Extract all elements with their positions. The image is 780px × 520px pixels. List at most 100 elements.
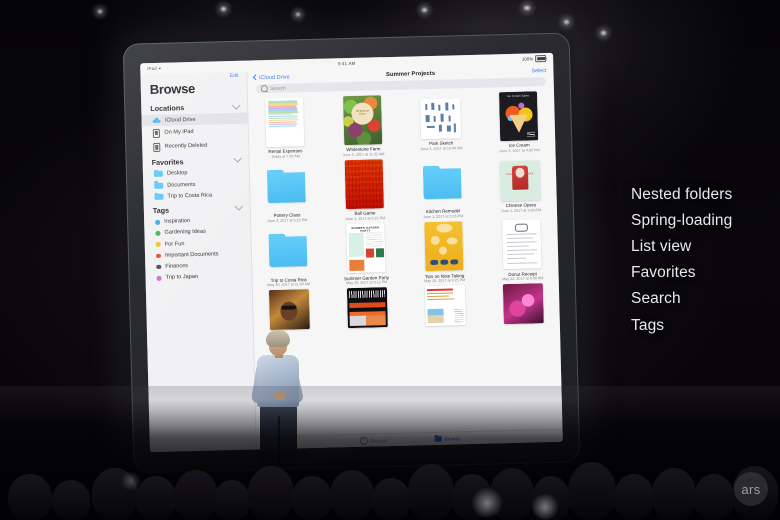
- section-title: Tags: [152, 205, 170, 215]
- file-item-poster-dark[interactable]: [341, 287, 394, 329]
- audience-head: [694, 474, 734, 520]
- feature-item-favorites: Favorites: [631, 264, 696, 282]
- file-item-trip-to-costa-rica[interactable]: Trip to Costa Rica May 30, 2017 at 11:09…: [261, 225, 315, 288]
- battery-percent-label: 100%: [521, 56, 534, 62]
- feature-list: Nested folders Spring-loading List view …: [631, 182, 780, 338]
- magenta-photo-art: [502, 283, 544, 325]
- folder-icon: [154, 182, 163, 189]
- feature-item-list-view: List view: [631, 238, 692, 256]
- file-name: Donut Receipt: [508, 270, 537, 277]
- file-item-tips-on-note-taking[interactable]: Tips on Note Taking May 25, 2017 at 8:25…: [417, 221, 471, 284]
- portrait-head-art: [280, 301, 298, 322]
- doc-red-header-art: [426, 288, 453, 292]
- audience-head: [136, 476, 176, 520]
- sidebar-item-label: For Fun: [164, 240, 185, 248]
- file-date: June 1, 2017 at 3:16 PM: [422, 214, 464, 220]
- file-item-whitestone-farm[interactable]: Whitestone Farm Whitestone Farm June 3, 2…: [336, 95, 390, 157]
- file-item-kitchen-remodel[interactable]: Kitchen Remodel June 1, 2017 at 3:16 PM: [416, 157, 470, 219]
- file-item-park-sketch[interactable]: Park Sketch June 3, 2017 at 10:46 AM: [414, 93, 468, 155]
- file-name: Park Sketch: [429, 140, 454, 147]
- ars-technica-watermark: ars: [734, 472, 768, 506]
- sketch-art: [420, 98, 462, 140]
- file-name: Chinese Opera: [505, 202, 537, 209]
- file-item-pottery-class[interactable]: Pottery Class June 3, 2017 at 3:15 PM: [260, 161, 314, 223]
- file-item-photo-portrait[interactable]: [263, 289, 316, 331]
- file-date: May 22, 2017 at 9:48 AM: [502, 276, 544, 282]
- feature-item-spring-loading: Spring-loading: [631, 212, 733, 230]
- icecream-poster-art: Ice Cream Sales: [498, 91, 539, 142]
- file-date: May 25, 2017 at 8:25 PM: [424, 278, 466, 284]
- file-thumbnail: [346, 287, 388, 329]
- file-date: June 3, 2017 at 11:02 AM: [342, 152, 385, 158]
- file-thumbnail: [268, 289, 310, 331]
- file-date: Today at 7:05 AM: [271, 154, 300, 160]
- file-item-chinese-opera[interactable]: CHINESE OPERA Chinese Opera June 1, 2017…: [494, 155, 548, 217]
- ipad-icon: [153, 142, 161, 152]
- keynote-stage-scene: iPad ▾ 9:41 AM 100% Edit Browse Location…: [0, 0, 780, 520]
- file-name: Ice Cream: [508, 142, 530, 149]
- presenter-hair: [266, 330, 290, 347]
- portrait-photo-art: [268, 289, 310, 331]
- file-thumbnail: [424, 285, 466, 327]
- stage-light: [557, 13, 576, 31]
- receipt-logo-art: [514, 223, 529, 233]
- tag-dot-icon: [155, 231, 161, 236]
- sidebar-item-label: Desktop: [166, 170, 188, 177]
- chevron-down-icon[interactable]: [233, 154, 242, 163]
- file-item-doc-beach[interactable]: [419, 285, 472, 327]
- audience-light-blur: [530, 494, 560, 520]
- file-item-ice-cream[interactable]: Ice Cream Sales Ice Cream June 3, 2017 a…: [492, 91, 546, 153]
- poster-stripes-art: [348, 290, 386, 299]
- folder-icon: [154, 193, 164, 201]
- file-thumbnail: [420, 98, 462, 140]
- watermark-label: ars: [741, 481, 761, 497]
- file-date: June 3, 2017 at 3:15 PM: [267, 218, 308, 224]
- file-thumbnail: [424, 221, 464, 272]
- file-thumbnail: [265, 97, 305, 148]
- file-item-donut-receipt[interactable]: Donut Receipt May 22, 2017 at 9:48 AM: [495, 219, 549, 282]
- tag-dot-icon: [156, 264, 161, 270]
- file-item-photo-magenta[interactable]: [497, 283, 550, 325]
- feature-item-tags: Tags: [631, 316, 665, 334]
- file-grid-row: Trip to Costa Rica May 30, 2017 at 11:09…: [261, 219, 549, 288]
- chevron-down-icon[interactable]: [234, 202, 244, 211]
- audience-head: [652, 468, 696, 520]
- audience-head: [174, 470, 218, 520]
- sidebar-item-label: On My iPad: [164, 129, 194, 136]
- status-left: iPad ▾: [147, 63, 267, 71]
- file-thumbnail: SUMMER GARDEN PARTY: [346, 223, 386, 274]
- file-item-ball-game[interactable]: Ball Game June 1, 2017 at 5:22 PM: [338, 159, 392, 221]
- file-thumbnail: [268, 225, 308, 275]
- sidebar-item-label: Inspiration: [164, 218, 191, 226]
- audience-head: [292, 476, 332, 520]
- select-button[interactable]: Select: [531, 68, 546, 74]
- feature-item-nested-folders: Nested folders: [631, 186, 733, 203]
- tag-dot-icon: [155, 219, 160, 225]
- back-button[interactable]: iCloud Drive: [252, 74, 290, 81]
- file-thumbnail: [502, 283, 544, 325]
- audience-light-blur: [120, 472, 142, 490]
- file-item-rental-expenses[interactable]: Rental Expenses Today at 7:05 AM: [258, 97, 312, 159]
- beach-photo-art: [427, 309, 444, 324]
- sidebar-item-label: Documents: [167, 181, 196, 189]
- audience-head: [614, 474, 654, 520]
- file-thumbnail: CHINESE OPERA: [499, 160, 541, 202]
- file-date: June 3, 2017 at 4:05 PM: [499, 148, 540, 154]
- sidebar-title: Browse: [149, 80, 196, 98]
- file-date: May 25, 2017 at 9:12 PM: [346, 280, 388, 286]
- sidebar-item-label: Finances: [165, 263, 189, 270]
- audience-head: [568, 462, 616, 520]
- tag-dot-icon: [155, 242, 161, 247]
- folder-icon: [422, 168, 462, 200]
- chevron-down-icon[interactable]: [231, 100, 241, 110]
- sidebar-item-label: Important Documents: [165, 251, 219, 259]
- wifi-icon: ▾: [158, 65, 162, 71]
- file-name: Pottery Class: [273, 212, 301, 219]
- file-name: Ball Game: [354, 210, 376, 217]
- section-title: Locations: [150, 103, 185, 114]
- dark-poster-art: [346, 287, 388, 329]
- chevron-left-icon: [252, 74, 259, 81]
- audience-head: [408, 464, 454, 520]
- file-item-summer-garden-party[interactable]: SUMMER GARDEN PARTY Summer Garden Party: [339, 223, 393, 286]
- folder-icon: [268, 236, 308, 268]
